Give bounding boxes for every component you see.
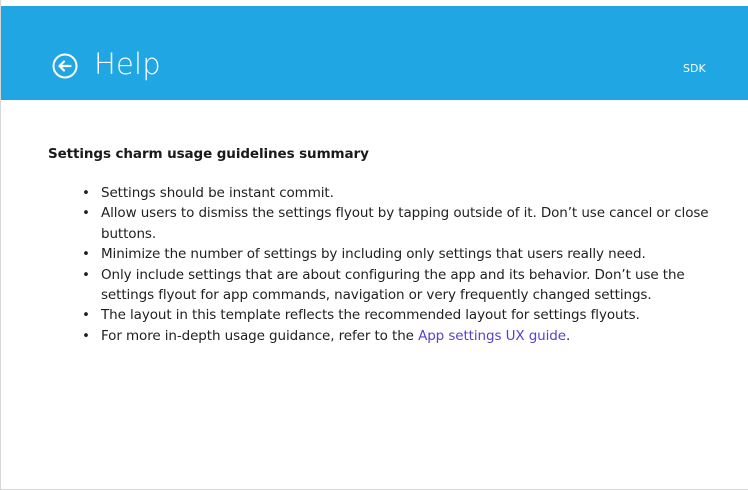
list-item: • Only include settings that are about co…	[82, 265, 711, 306]
bullet-marker: •	[82, 246, 90, 263]
list-item: • Allow users to dismiss the settings fly…	[82, 203, 711, 244]
bullet-marker: •	[82, 205, 90, 222]
list-item: • Settings should be instant commit.	[82, 183, 711, 203]
help-flyout: Help SDK Settings charm usage guidelines…	[0, 0, 748, 490]
list-item-text-suffix: .	[565, 327, 571, 344]
list-item: • For more in-depth usage guidance, refer…	[82, 326, 711, 346]
list-item: • The layout in this template reflects th…	[82, 305, 711, 325]
list-item-text: The layout in this template reflects the…	[101, 307, 640, 324]
guidelines-list: • Settings should be instant commit. • All…	[48, 183, 728, 346]
section-heading: Settings charm usage guidelines summary	[48, 146, 369, 162]
bullet-marker: •	[82, 185, 90, 201]
back-arrow-circle-icon	[52, 53, 78, 79]
bullet-marker: •	[82, 266, 90, 283]
list-item-text: Allow users to dismiss the settings flyo…	[101, 205, 709, 242]
list-item-text: Only include settings that are about con…	[101, 266, 685, 304]
header-bar: Help SDK	[1, 6, 748, 100]
app-settings-ux-guide-link[interactable]: App settings UX guide	[418, 328, 566, 344]
list-item: • Minimize the number of settings by incl…	[82, 244, 711, 264]
bullet-marker: •	[82, 327, 90, 344]
list-item-text: Minimize the number of settings by inclu…	[101, 246, 646, 263]
list-item-text: Settings should be instant commit.	[101, 185, 334, 201]
back-button[interactable]	[52, 53, 78, 79]
sdk-label: SDK	[683, 62, 706, 75]
list-item-text-prefix: For more in-depth usage guidance, refer …	[101, 327, 419, 344]
bullet-marker: •	[82, 307, 90, 324]
help-content: Settings charm usage guidelines summary …	[48, 144, 728, 346]
page-title: Help	[94, 47, 161, 81]
